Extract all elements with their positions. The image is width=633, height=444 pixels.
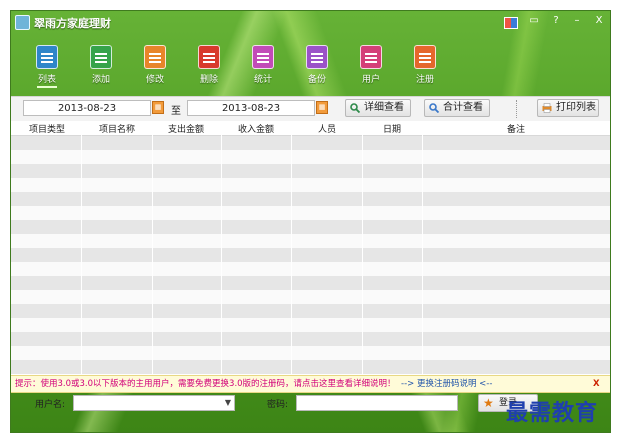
- table-row[interactable]: [11, 220, 610, 234]
- minimize-icon[interactable]: –: [569, 14, 585, 28]
- date-from-field[interactable]: 2013-08-23: [23, 100, 151, 116]
- col-item-type[interactable]: 项目类型: [15, 122, 79, 135]
- table-header: 项目类型 项目名称 支出金额 收入金额 人员 日期 备注: [11, 121, 610, 136]
- column-divider: [422, 121, 423, 375]
- toolbar: 列表 添加 修改 删除 统计 备份 用户 注册: [11, 37, 610, 93]
- backup-icon: [306, 45, 328, 69]
- search-icon: [429, 103, 439, 113]
- username-select[interactable]: ▼: [73, 395, 235, 411]
- col-expense[interactable]: 支出金额: [153, 122, 219, 135]
- table-row[interactable]: [11, 276, 610, 290]
- tool-label: 列表: [25, 72, 69, 88]
- table-row[interactable]: [11, 290, 610, 304]
- total-view-button[interactable]: 合计查看: [424, 99, 490, 117]
- table-row[interactable]: [11, 150, 610, 164]
- filter-bar: 2013-08-23 ▦ 至 2013-08-23 ▦ 详细查看 合计查看 打印…: [11, 96, 610, 122]
- tool-register[interactable]: 注册: [403, 37, 447, 91]
- username-label: 用户名:: [35, 400, 66, 410]
- delete-icon: [198, 45, 220, 69]
- watermark-text: 最需教育: [506, 400, 599, 426]
- col-item-name[interactable]: 项目名称: [83, 122, 151, 135]
- detail-view-label: 详细查看: [364, 102, 404, 113]
- chevron-down-icon[interactable]: ▼: [225, 398, 231, 407]
- tool-label: 删除: [199, 75, 218, 85]
- column-divider: [152, 121, 153, 375]
- window-title: 翠雨方家庭理财: [34, 17, 111, 30]
- search-icon: [350, 103, 360, 113]
- col-person[interactable]: 人员: [293, 122, 361, 135]
- table-row[interactable]: [11, 164, 610, 178]
- divider: [516, 100, 518, 118]
- add-icon: [90, 45, 112, 69]
- table-row[interactable]: [11, 178, 610, 192]
- table-row[interactable]: [11, 346, 610, 360]
- user-icon: [360, 45, 382, 69]
- table-row[interactable]: [11, 262, 610, 276]
- detail-view-button[interactable]: 详细查看: [345, 99, 411, 117]
- print-list-label: 打印列表: [556, 102, 596, 113]
- change-regcode-link[interactable]: --> 更换注册码说明 <--: [401, 376, 492, 392]
- tool-edit[interactable]: 修改: [133, 37, 177, 91]
- register-icon: [414, 45, 436, 69]
- table-row[interactable]: [11, 360, 610, 374]
- tool-label: 备份: [307, 75, 326, 85]
- table-row[interactable]: [11, 332, 610, 346]
- print-list-button[interactable]: 打印列表: [537, 99, 599, 117]
- table-row[interactable]: [11, 304, 610, 318]
- password-field[interactable]: [296, 395, 458, 411]
- tool-label: 统计: [253, 75, 272, 85]
- col-date[interactable]: 日期: [363, 122, 421, 135]
- column-divider: [81, 121, 82, 375]
- tool-user[interactable]: 用户: [349, 37, 393, 91]
- app-icon: [15, 15, 30, 30]
- title-bar: 翠雨方家庭理财 ▭ ? – X: [11, 11, 610, 33]
- table-body: [11, 136, 610, 374]
- edit-icon: [144, 45, 166, 69]
- restore-icon[interactable]: ▭: [526, 14, 542, 28]
- col-income[interactable]: 收入金额: [223, 122, 289, 135]
- tool-label: 添加: [91, 75, 110, 85]
- notice-message[interactable]: 提示：使用3.0或3.0以下版本的主用用户，需要免费更换3.0版的注册码，请点击…: [15, 376, 396, 392]
- records-table: 项目类型 项目名称 支出金额 收入金额 人员 日期 备注: [11, 121, 610, 375]
- app-window: 翠雨方家庭理财 ▭ ? – X 列表 添加 修改 删除 统计 备份 用户 注册 …: [10, 10, 611, 433]
- help-icon[interactable]: ?: [548, 14, 564, 28]
- table-row[interactable]: [11, 136, 610, 150]
- notice-bar: 提示：使用3.0或3.0以下版本的主用用户，需要免费更换3.0版的注册码，请点击…: [11, 375, 610, 393]
- column-divider: [291, 121, 292, 375]
- tool-list[interactable]: 列表: [25, 37, 69, 91]
- column-divider: [221, 121, 222, 375]
- date-range-separator: 至: [171, 106, 181, 117]
- table-row[interactable]: [11, 234, 610, 248]
- col-remark[interactable]: 备注: [423, 122, 609, 135]
- notice-close-icon[interactable]: X: [593, 376, 600, 392]
- column-divider: [362, 121, 363, 375]
- tool-add[interactable]: 添加: [79, 37, 123, 91]
- table-row[interactable]: [11, 318, 610, 332]
- tool-label: 修改: [145, 75, 164, 85]
- calendar-icon[interactable]: ▦: [316, 101, 328, 114]
- table-row[interactable]: [11, 206, 610, 220]
- date-to-field[interactable]: 2013-08-23: [187, 100, 315, 116]
- stats-icon: [252, 45, 274, 69]
- calendar-icon[interactable]: ▦: [152, 101, 164, 114]
- tool-stats[interactable]: 统计: [241, 37, 285, 91]
- star-icon: ★: [483, 396, 494, 410]
- table-row[interactable]: [11, 248, 610, 262]
- skin-icon[interactable]: [504, 17, 518, 29]
- close-icon[interactable]: X: [591, 14, 607, 28]
- total-view-label: 合计查看: [443, 102, 483, 113]
- password-label: 密码:: [267, 400, 289, 410]
- tool-backup[interactable]: 备份: [295, 37, 339, 91]
- tool-delete[interactable]: 删除: [187, 37, 231, 91]
- tool-label: 用户: [361, 75, 380, 85]
- list-icon: [36, 45, 58, 69]
- table-row[interactable]: [11, 192, 610, 206]
- printer-icon: [542, 103, 552, 113]
- tool-label: 注册: [415, 75, 434, 85]
